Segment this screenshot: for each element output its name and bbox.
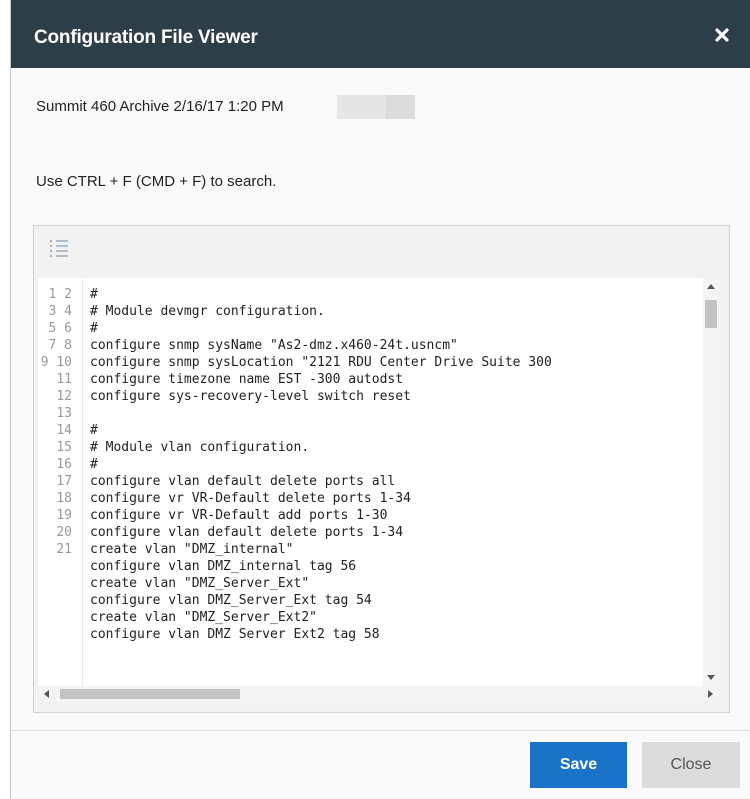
save-button[interactable]: Save <box>530 742 627 788</box>
code-view[interactable]: 1 2 3 4 5 6 7 8 9 10 11 12 13 14 15 16 1… <box>38 278 719 686</box>
horizontal-scrollbar[interactable] <box>38 686 719 702</box>
scroll-right-arrow-icon[interactable] <box>708 690 713 698</box>
redacted-area <box>337 95 415 119</box>
archive-subtitle: Summit 460 Archive 2/16/17 1:20 PM <box>36 98 284 115</box>
dialog-title: Configuration File Viewer <box>34 27 258 48</box>
config-file-viewer-dialog: Configuration File Viewer Summit 460 Arc… <box>10 0 750 799</box>
line-number-gutter: 1 2 3 4 5 6 7 8 9 10 11 12 13 14 15 16 1… <box>40 287 72 557</box>
search-hint: Use CTRL + F (CMD + F) to search. <box>36 173 277 190</box>
vertical-scroll-thumb[interactable] <box>705 300 717 328</box>
dialog-titlebar: Configuration File Viewer <box>11 0 750 68</box>
close-x-icon[interactable] <box>711 24 733 46</box>
line-numbers-icon[interactable] <box>46 236 72 262</box>
scroll-left-arrow-icon[interactable] <box>44 690 49 698</box>
scroll-down-arrow-icon[interactable] <box>707 675 715 680</box>
horizontal-scroll-thumb[interactable] <box>60 689 240 699</box>
close-button[interactable]: Close <box>642 742 740 788</box>
vertical-scrollbar[interactable] <box>703 278 719 686</box>
scroll-up-arrow-icon[interactable] <box>707 284 715 289</box>
footer-divider <box>11 730 750 731</box>
config-code: # # Module devmgr configuration. # confi… <box>90 287 552 642</box>
code-editor: 1 2 3 4 5 6 7 8 9 10 11 12 13 14 15 16 1… <box>33 225 730 713</box>
gutter-divider <box>82 278 83 686</box>
